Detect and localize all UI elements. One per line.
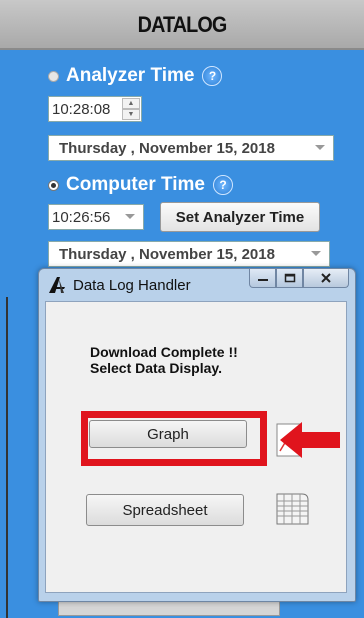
computer-time-help-icon[interactable]: ? [213, 175, 234, 195]
set-analyzer-time-button[interactable]: Set Analyzer Time [160, 202, 320, 232]
computer-time-radio[interactable] [48, 179, 59, 191]
computer-date-value: Thursday , November 15, 2018 [59, 245, 275, 263]
analyzer-time-help-icon[interactable]: ? [202, 66, 223, 86]
window-controls [249, 269, 349, 288]
spin-down-icon[interactable]: ▼ [122, 109, 140, 120]
datalog-titlebar: DATALOG [0, 0, 364, 50]
analyzer-time-value[interactable]: 10:28:08 [52, 101, 110, 118]
minimize-icon[interactable] [249, 269, 276, 288]
analyzer-time-stepper[interactable]: 10:28:08 ▲ ▼ [48, 96, 142, 122]
spreadsheet-button[interactable]: Spreadsheet [86, 494, 244, 526]
computer-date-picker[interactable]: Thursday , November 15, 2018 [48, 241, 330, 267]
message-line-1: Download Complete !! [90, 344, 238, 360]
analyzer-time-option[interactable]: Analyzer Time ? [48, 63, 223, 89]
spreadsheet-icon[interactable] [274, 492, 310, 526]
analyzer-date-picker[interactable]: Thursday , November 15, 2018 [48, 135, 334, 161]
dialog-body: Download Complete !! Select Data Display… [45, 301, 347, 593]
red-arrow-icon [280, 422, 340, 458]
analyzer-time-label: Analyzer Time [66, 65, 195, 86]
panel-frame-edge [0, 297, 8, 618]
computer-time-option[interactable]: Computer Time ? [48, 172, 234, 198]
maximize-icon[interactable] [276, 269, 303, 288]
message-line-2: Select Data Display. [90, 360, 223, 376]
dialog-title: Data Log Handler [73, 276, 191, 294]
graph-button-highlight: Graph [81, 411, 267, 466]
close-icon[interactable] [303, 269, 349, 288]
graph-button[interactable]: Graph [89, 420, 247, 448]
chevron-down-icon[interactable] [315, 145, 325, 150]
analyzer-date-value: Thursday , November 15, 2018 [59, 139, 275, 157]
analyzer-time-radio[interactable] [48, 70, 59, 82]
obscured-button [58, 600, 280, 616]
dialog-titlebar: Data Log Handler [47, 275, 191, 295]
data-log-handler-dialog: Data Log Handler Download Complete !! Se… [38, 268, 356, 602]
computer-time-label: Computer Time [66, 174, 206, 195]
computer-time-field[interactable]: 10:26:56 [48, 204, 144, 230]
app-logo-icon [49, 277, 65, 293]
dialog-message: Download Complete !! Select Data Display… [90, 344, 238, 376]
chevron-down-icon[interactable] [311, 251, 321, 256]
spin-up-icon[interactable]: ▲ [122, 98, 140, 109]
chevron-down-icon[interactable] [125, 214, 135, 219]
computer-time-value: 10:26:56 [52, 208, 111, 226]
datalog-title: DATALOG [137, 12, 228, 37]
